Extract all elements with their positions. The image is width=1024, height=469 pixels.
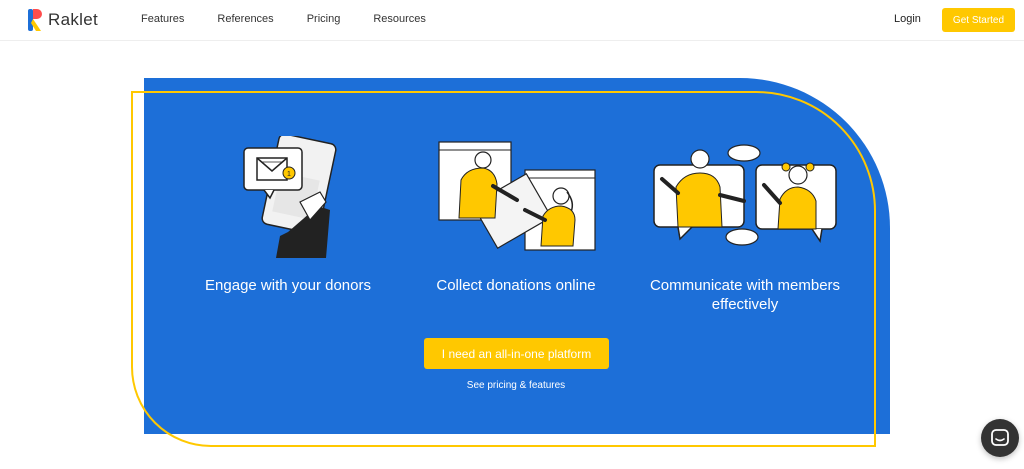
nav-item-features[interactable]: Features	[141, 13, 184, 25]
top-navbar: Raklet Features References Pricing Resou…	[0, 0, 1024, 41]
feature-title-engage: Engage with your donors	[205, 277, 371, 294]
member-communication-illustration	[653, 144, 837, 246]
main-nav: Features References Pricing Resources	[141, 13, 426, 25]
raklet-logo[interactable]: Raklet	[28, 9, 98, 31]
login-link[interactable]: Login	[894, 13, 921, 25]
feature-engage: Engage with your donors	[188, 276, 388, 295]
chat-icon	[991, 429, 1009, 446]
online-donation-illustration	[438, 141, 596, 251]
see-pricing-link[interactable]: See pricing & features	[430, 380, 602, 391]
nav-item-references[interactable]: References	[217, 13, 273, 25]
feature-collect: Collect donations online	[416, 276, 616, 295]
feature-title-collect: Collect donations online	[436, 277, 596, 294]
raklet-logo-icon	[28, 9, 42, 31]
nav-item-pricing[interactable]: Pricing	[307, 13, 341, 25]
get-started-button[interactable]: Get Started	[942, 8, 1015, 32]
chat-launcher-button[interactable]	[981, 419, 1019, 457]
all-in-one-platform-button[interactable]: I need an all-in-one platform	[424, 338, 609, 369]
svg-text:1: 1	[287, 171, 291, 178]
feature-title-communicate: Communicate with members effectively	[649, 277, 841, 313]
feature-communicate: Communicate with members effectively	[640, 276, 850, 314]
nav-item-resources[interactable]: Resources	[373, 13, 426, 25]
logo-text: Raklet	[48, 10, 98, 29]
donor-engagement-illustration: 1	[243, 136, 337, 258]
